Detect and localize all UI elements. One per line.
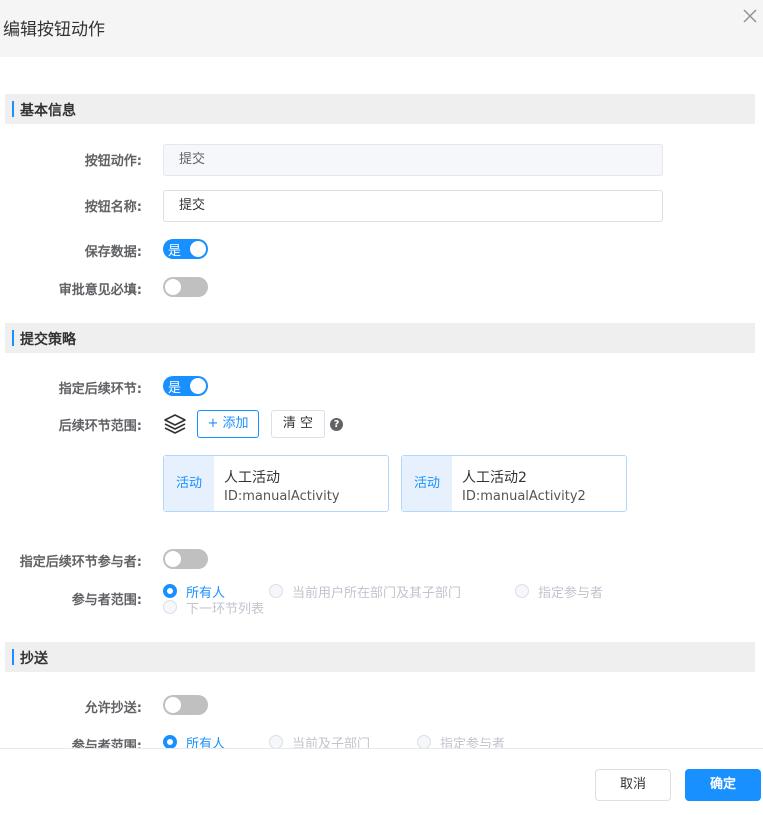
next-participant-switch[interactable] <box>163 549 208 569</box>
next-step-switch[interactable]: 是 <box>163 376 208 396</box>
button-name-label: 按钮名称: <box>84 200 142 215</box>
switch-knob <box>165 279 181 295</box>
section-basic-info: 基本信息 <box>5 94 755 124</box>
switch-knob <box>190 241 206 257</box>
button-action-input: 提交 <box>163 144 663 176</box>
layers-icon <box>164 414 186 434</box>
radio-dot <box>417 735 431 749</box>
switch-on-text: 是 <box>168 381 182 396</box>
dialog-title: 编辑按钮动作 <box>3 20 105 40</box>
next-step-label: 指定后续环节: <box>58 382 142 397</box>
next-participant-label: 指定后续环节参与者: <box>19 555 142 570</box>
activity-id: ID:manualActivity2 <box>462 489 586 504</box>
section-accent-bar <box>12 649 14 665</box>
activity-card[interactable]: 活动 人工活动 ID:manualActivity <box>163 455 389 512</box>
radio-dot <box>269 584 283 598</box>
participant-scope-label: 参与者范围: <box>71 593 142 608</box>
switch-knob <box>190 378 206 394</box>
switch-knob <box>165 697 181 713</box>
opinion-required-switch[interactable] <box>163 277 208 297</box>
section-accent-bar <box>12 101 14 117</box>
radio-dot <box>515 584 529 598</box>
section-cc: 抄送 <box>5 642 755 672</box>
save-data-label: 保存数据: <box>84 245 142 260</box>
activity-id: ID:manualActivity <box>224 489 340 504</box>
radio-next-step-list[interactable]: 下一环节列表 <box>163 599 265 617</box>
confirm-button[interactable]: 确定 <box>685 769 761 801</box>
radio-user-department[interactable]: 当前用户所在部门及其子部门 <box>269 583 462 601</box>
cancel-button[interactable]: 取消 <box>595 769 671 801</box>
switch-knob <box>165 551 181 567</box>
radio-dot <box>163 735 177 749</box>
opinion-required-label: 审批意见必填: <box>58 283 142 298</box>
section-title: 基本信息 <box>20 103 76 119</box>
save-data-switch[interactable]: 是 <box>163 239 208 259</box>
radio-label: 下一环节列表 <box>186 601 265 617</box>
allow-cc-label: 允许抄送: <box>84 701 142 716</box>
section-title: 抄送 <box>20 651 48 667</box>
button-action-label: 按钮动作: <box>84 154 142 169</box>
next-range-label: 后续环节范围: <box>58 419 142 434</box>
close-icon[interactable] <box>740 6 760 26</box>
radio-dot <box>163 600 177 614</box>
radio-specified[interactable]: 指定参与者 <box>515 583 604 601</box>
switch-on-text: 是 <box>168 244 182 259</box>
section-accent-bar <box>12 330 14 346</box>
radio-label: 指定参与者 <box>538 585 604 601</box>
activity-name: 人工活动 <box>224 470 280 486</box>
activity-card[interactable]: 活动 人工活动2 ID:manualActivity2 <box>401 455 627 512</box>
radio-dot <box>163 584 177 598</box>
button-name-input[interactable]: 提交 <box>163 190 663 222</box>
dialog-header: 编辑按钮动作 <box>0 0 763 57</box>
section-title: 提交策略 <box>20 332 76 348</box>
help-icon[interactable]: ? <box>330 418 343 431</box>
add-button[interactable]: + 添加 <box>197 410 259 438</box>
activity-tag: 活动 <box>164 456 214 511</box>
activity-name: 人工活动2 <box>462 470 527 486</box>
clear-button[interactable]: 清 空 <box>271 410 325 438</box>
radio-dot <box>269 735 283 749</box>
section-submit-strategy: 提交策略 <box>5 323 755 353</box>
radio-label: 当前用户所在部门及其子部门 <box>292 585 462 601</box>
allow-cc-switch[interactable] <box>163 695 208 715</box>
activity-tag: 活动 <box>402 456 452 511</box>
